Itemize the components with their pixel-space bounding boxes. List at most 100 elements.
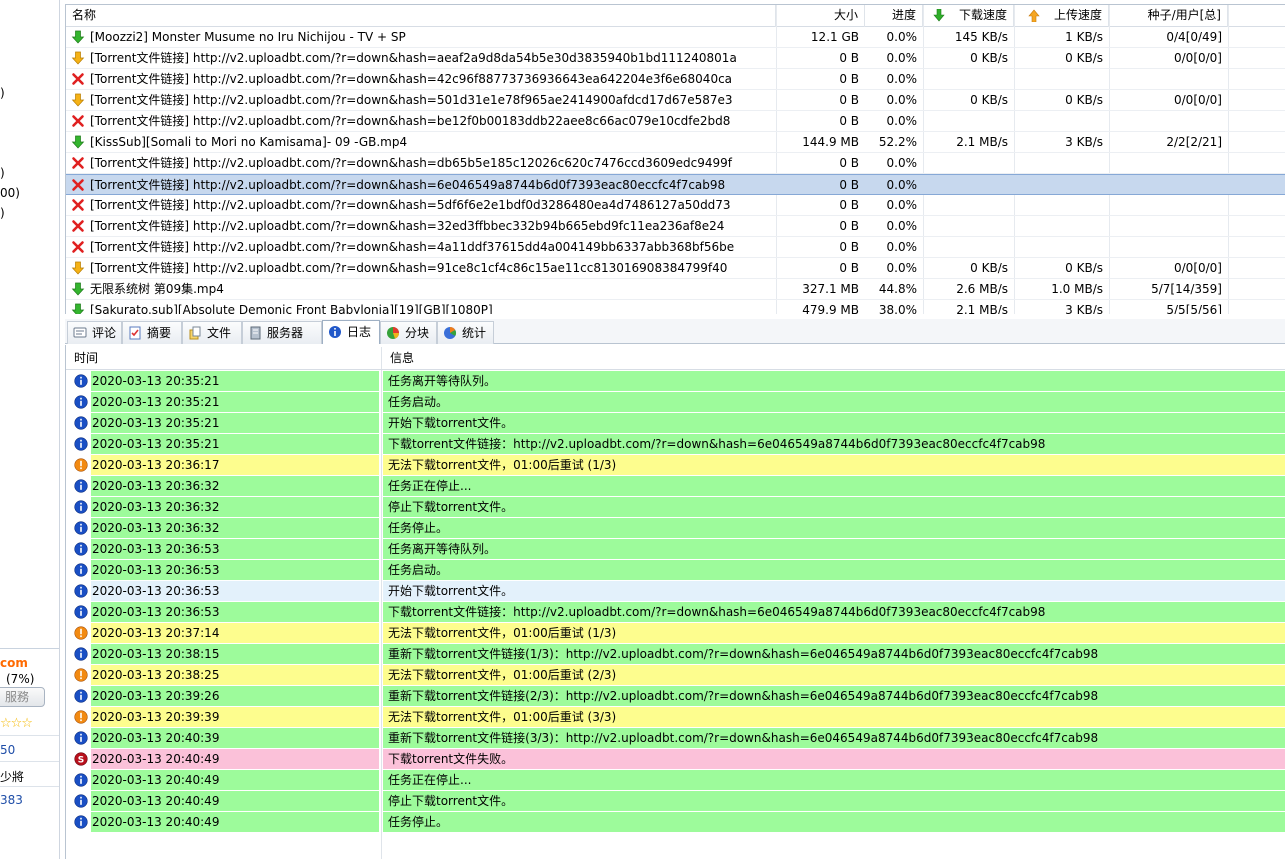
- column-upload-speed[interactable]: 上传速度: [1014, 5, 1109, 27]
- info-icon: [74, 500, 88, 514]
- torrent-download-speed: [923, 195, 1014, 215]
- log-row[interactable]: 2020-03-13 20:40:49 任务正在停止...: [66, 769, 1285, 790]
- log-panel[interactable]: 时间 信息 2020-03-13 20:35:21 任务离开等待队列。 2020-0…: [65, 345, 1285, 859]
- torrent-progress: 0.0%: [886, 261, 918, 275]
- log-row[interactable]: 2020-03-13 20:36:53 下载torrent文件链接：http://…: [66, 601, 1285, 622]
- log-row[interactable]: 2020-03-13 20:35:21 任务启动。: [66, 391, 1285, 412]
- torrent-download-speed: [923, 175, 1014, 195]
- app-window: ) ) 00) ) com (7%) 服務 ☆☆☆ 50 少將 383 名称 大…: [0, 0, 1285, 859]
- log-row[interactable]: 2020-03-13 20:36:32 任务停止。: [66, 517, 1285, 538]
- service-button[interactable]: 服務: [0, 687, 45, 707]
- tab-file[interactable]: 文件: [182, 321, 242, 344]
- log-row[interactable]: 2020-03-13 20:40:39 重新下载torrent文件链接(3/3)：…: [66, 727, 1285, 748]
- column-name[interactable]: 名称: [66, 5, 776, 27]
- error-x-icon: [72, 199, 84, 211]
- column-message[interactable]: 信息: [382, 347, 1285, 369]
- info-icon: [74, 374, 88, 388]
- log-message: 开始下载torrent文件。: [383, 581, 1285, 601]
- info-icon: [74, 521, 88, 535]
- sidebar: ) ) 00) ) com (7%) 服務 ☆☆☆ 50 少將 383: [0, 0, 60, 859]
- log-row[interactable]: 2020-03-13 20:40:49 任务停止。: [66, 811, 1285, 832]
- log-row[interactable]: 2020-03-13 20:36:17 无法下载torrent文件，01:00后重…: [66, 454, 1285, 475]
- torrent-row[interactable]: [Moozzi2] Monster Musume no Iru Nichijou…: [66, 27, 1285, 48]
- info-icon: [74, 689, 88, 703]
- torrent-row[interactable]: [Torrent文件链接] http://v2.uploadbt.com/?r=…: [66, 69, 1285, 90]
- tab-comment[interactable]: 评论: [67, 321, 122, 344]
- torrent-name: [Torrent文件链接] http://v2.uploadbt.com/?r=…: [90, 219, 725, 233]
- torrent-row[interactable]: [Torrent文件链接] http://v2.uploadbt.com/?r=…: [66, 111, 1285, 132]
- tab-summary[interactable]: 摘要: [122, 321, 182, 344]
- tab-stats[interactable]: 统计: [437, 321, 494, 344]
- warning-icon: [74, 458, 88, 472]
- torrent-row[interactable]: [KissSub][Somali to Mori no Kamisama]- 0…: [66, 132, 1285, 153]
- column-upload-speed-label: 上传速度: [1053, 8, 1102, 22]
- log-row[interactable]: 2020-03-13 20:35:21 下载torrent文件链接：http://…: [66, 433, 1285, 454]
- svg-text:S: S: [78, 755, 84, 765]
- tab-pieces[interactable]: 分块: [380, 321, 437, 344]
- torrent-name: [Torrent文件链接] http://v2.uploadbt.com/?r=…: [90, 198, 731, 212]
- column-time[interactable]: 时间: [66, 347, 382, 369]
- log-row[interactable]: 2020-03-13 20:38:25 无法下载torrent文件，01:00后重…: [66, 664, 1285, 685]
- sidebar-link[interactable]: 383: [0, 793, 23, 807]
- log-row[interactable]: 2020-03-13 20:36:32 停止下载torrent文件。: [66, 496, 1285, 517]
- torrent-progress: 0.0%: [886, 114, 918, 128]
- log-row[interactable]: 2020-03-13 20:36:32 任务正在停止...: [66, 475, 1285, 496]
- log-row[interactable]: 2020-03-13 20:37:14 无法下载torrent文件，01:00后重…: [66, 622, 1285, 643]
- warning-icon: [74, 668, 88, 682]
- log-message: 任务正在停止...: [383, 476, 1285, 496]
- tab-server[interactable]: 服务器: [242, 321, 322, 344]
- torrent-peers: 0/0[0/0]: [1174, 93, 1222, 107]
- error-x-icon: [72, 73, 84, 85]
- torrent-list-header: 名称 大小 进度 下载速度 上传速度 种子/用户[总]: [66, 5, 1285, 27]
- torrent-row[interactable]: [Torrent文件链接] http://v2.uploadbt.com/?r=…: [66, 174, 1285, 195]
- log-row[interactable]: 2020-03-13 20:39:26 重新下载torrent文件链接(2/3)：…: [66, 685, 1285, 706]
- torrent-row[interactable]: 无限系统树 第09集.mp4 327.1 MB 44.8% 2.6 MB/s 1.0 M…: [66, 279, 1285, 300]
- torrent-download-speed: 0 KB/s: [970, 261, 1008, 275]
- info-icon: [74, 815, 88, 829]
- log-time: 2020-03-13 20:40:39: [91, 728, 379, 748]
- torrent-download-speed: [923, 153, 1014, 173]
- column-download-speed-label: 下载速度: [958, 8, 1007, 22]
- torrent-download-speed: [923, 111, 1014, 131]
- torrent-name: [Torrent文件链接] http://v2.uploadbt.com/?r=…: [90, 261, 728, 275]
- log-message: 停止下载torrent文件。: [383, 497, 1285, 517]
- log-message: 无法下载torrent文件，01:00后重试 (2/3): [383, 665, 1285, 685]
- info-icon: [74, 542, 88, 556]
- log-row[interactable]: 2020-03-13 20:40:49 停止下载torrent文件。: [66, 790, 1285, 811]
- torrent-row[interactable]: [Torrent文件链接] http://v2.uploadbt.com/?r=…: [66, 48, 1285, 69]
- torrent-progress: 38.0%: [878, 303, 917, 314]
- torrent-row[interactable]: [Torrent文件链接] http://v2.uploadbt.com/?r=…: [66, 216, 1285, 237]
- torrent-list[interactable]: 名称 大小 进度 下载速度 上传速度 种子/用户[总] [Moozzi2] Mo…: [65, 4, 1285, 314]
- tab-info[interactable]: 日志: [322, 320, 380, 344]
- torrent-row[interactable]: [Torrent文件链接] http://v2.uploadbt.com/?r=…: [66, 195, 1285, 216]
- torrent-row[interactable]: [Torrent文件链接] http://v2.uploadbt.com/?r=…: [66, 90, 1285, 111]
- log-row[interactable]: 2020-03-13 20:39:39 无法下载torrent文件，01:00后重…: [66, 706, 1285, 727]
- column-progress[interactable]: 进度: [865, 5, 923, 27]
- rating-stars: ☆☆☆: [0, 716, 33, 731]
- log-row[interactable]: 2020-03-13 20:35:21 任务离开等待队列。: [66, 370, 1285, 391]
- arrow-down-icon: [933, 9, 945, 22]
- file-icon: [189, 326, 201, 340]
- log-row[interactable]: 2020-03-13 20:36:53 任务离开等待队列。: [66, 538, 1285, 559]
- torrent-row[interactable]: [Torrent文件链接] http://v2.uploadbt.com/?r=…: [66, 237, 1285, 258]
- log-row[interactable]: 2020-03-13 20:35:21 开始下载torrent文件。: [66, 412, 1285, 433]
- column-size[interactable]: 大小: [776, 5, 865, 27]
- log-row[interactable]: 2020-03-13 20:36:53 任务启动。: [66, 559, 1285, 580]
- log-row[interactable]: 2020-03-13 20:36:53 开始下载torrent文件。: [66, 580, 1285, 601]
- log-row[interactable]: S 2020-03-13 20:40:49 下载torrent文件失败。: [66, 748, 1285, 769]
- comment-icon: [73, 327, 87, 338]
- sidebar-link[interactable]: 50: [0, 743, 15, 757]
- column-download-speed[interactable]: 下载速度: [923, 5, 1014, 27]
- log-message: 无法下载torrent文件，01:00后重试 (3/3): [383, 707, 1285, 727]
- torrent-row[interactable]: [Sakurato.sub][Absolute Demonic Front Ba…: [66, 300, 1285, 314]
- torrent-progress: 0.0%: [886, 72, 918, 86]
- log-time: 2020-03-13 20:38:15: [91, 644, 379, 664]
- torrent-row[interactable]: [Torrent文件链接] http://v2.uploadbt.com/?r=…: [66, 153, 1285, 174]
- log-row[interactable]: 2020-03-13 20:38:15 重新下载torrent文件链接(1/3)：…: [66, 643, 1285, 664]
- torrent-peers: [1109, 195, 1228, 215]
- torrent-peers: [1109, 153, 1228, 173]
- torrent-row[interactable]: [Torrent文件链接] http://v2.uploadbt.com/?r=…: [66, 258, 1285, 279]
- torrent-progress: 0.0%: [886, 198, 918, 212]
- column-seeds-peers[interactable]: 种子/用户[总]: [1109, 5, 1228, 27]
- torrent-peers: 5/5[5/56]: [1166, 303, 1222, 314]
